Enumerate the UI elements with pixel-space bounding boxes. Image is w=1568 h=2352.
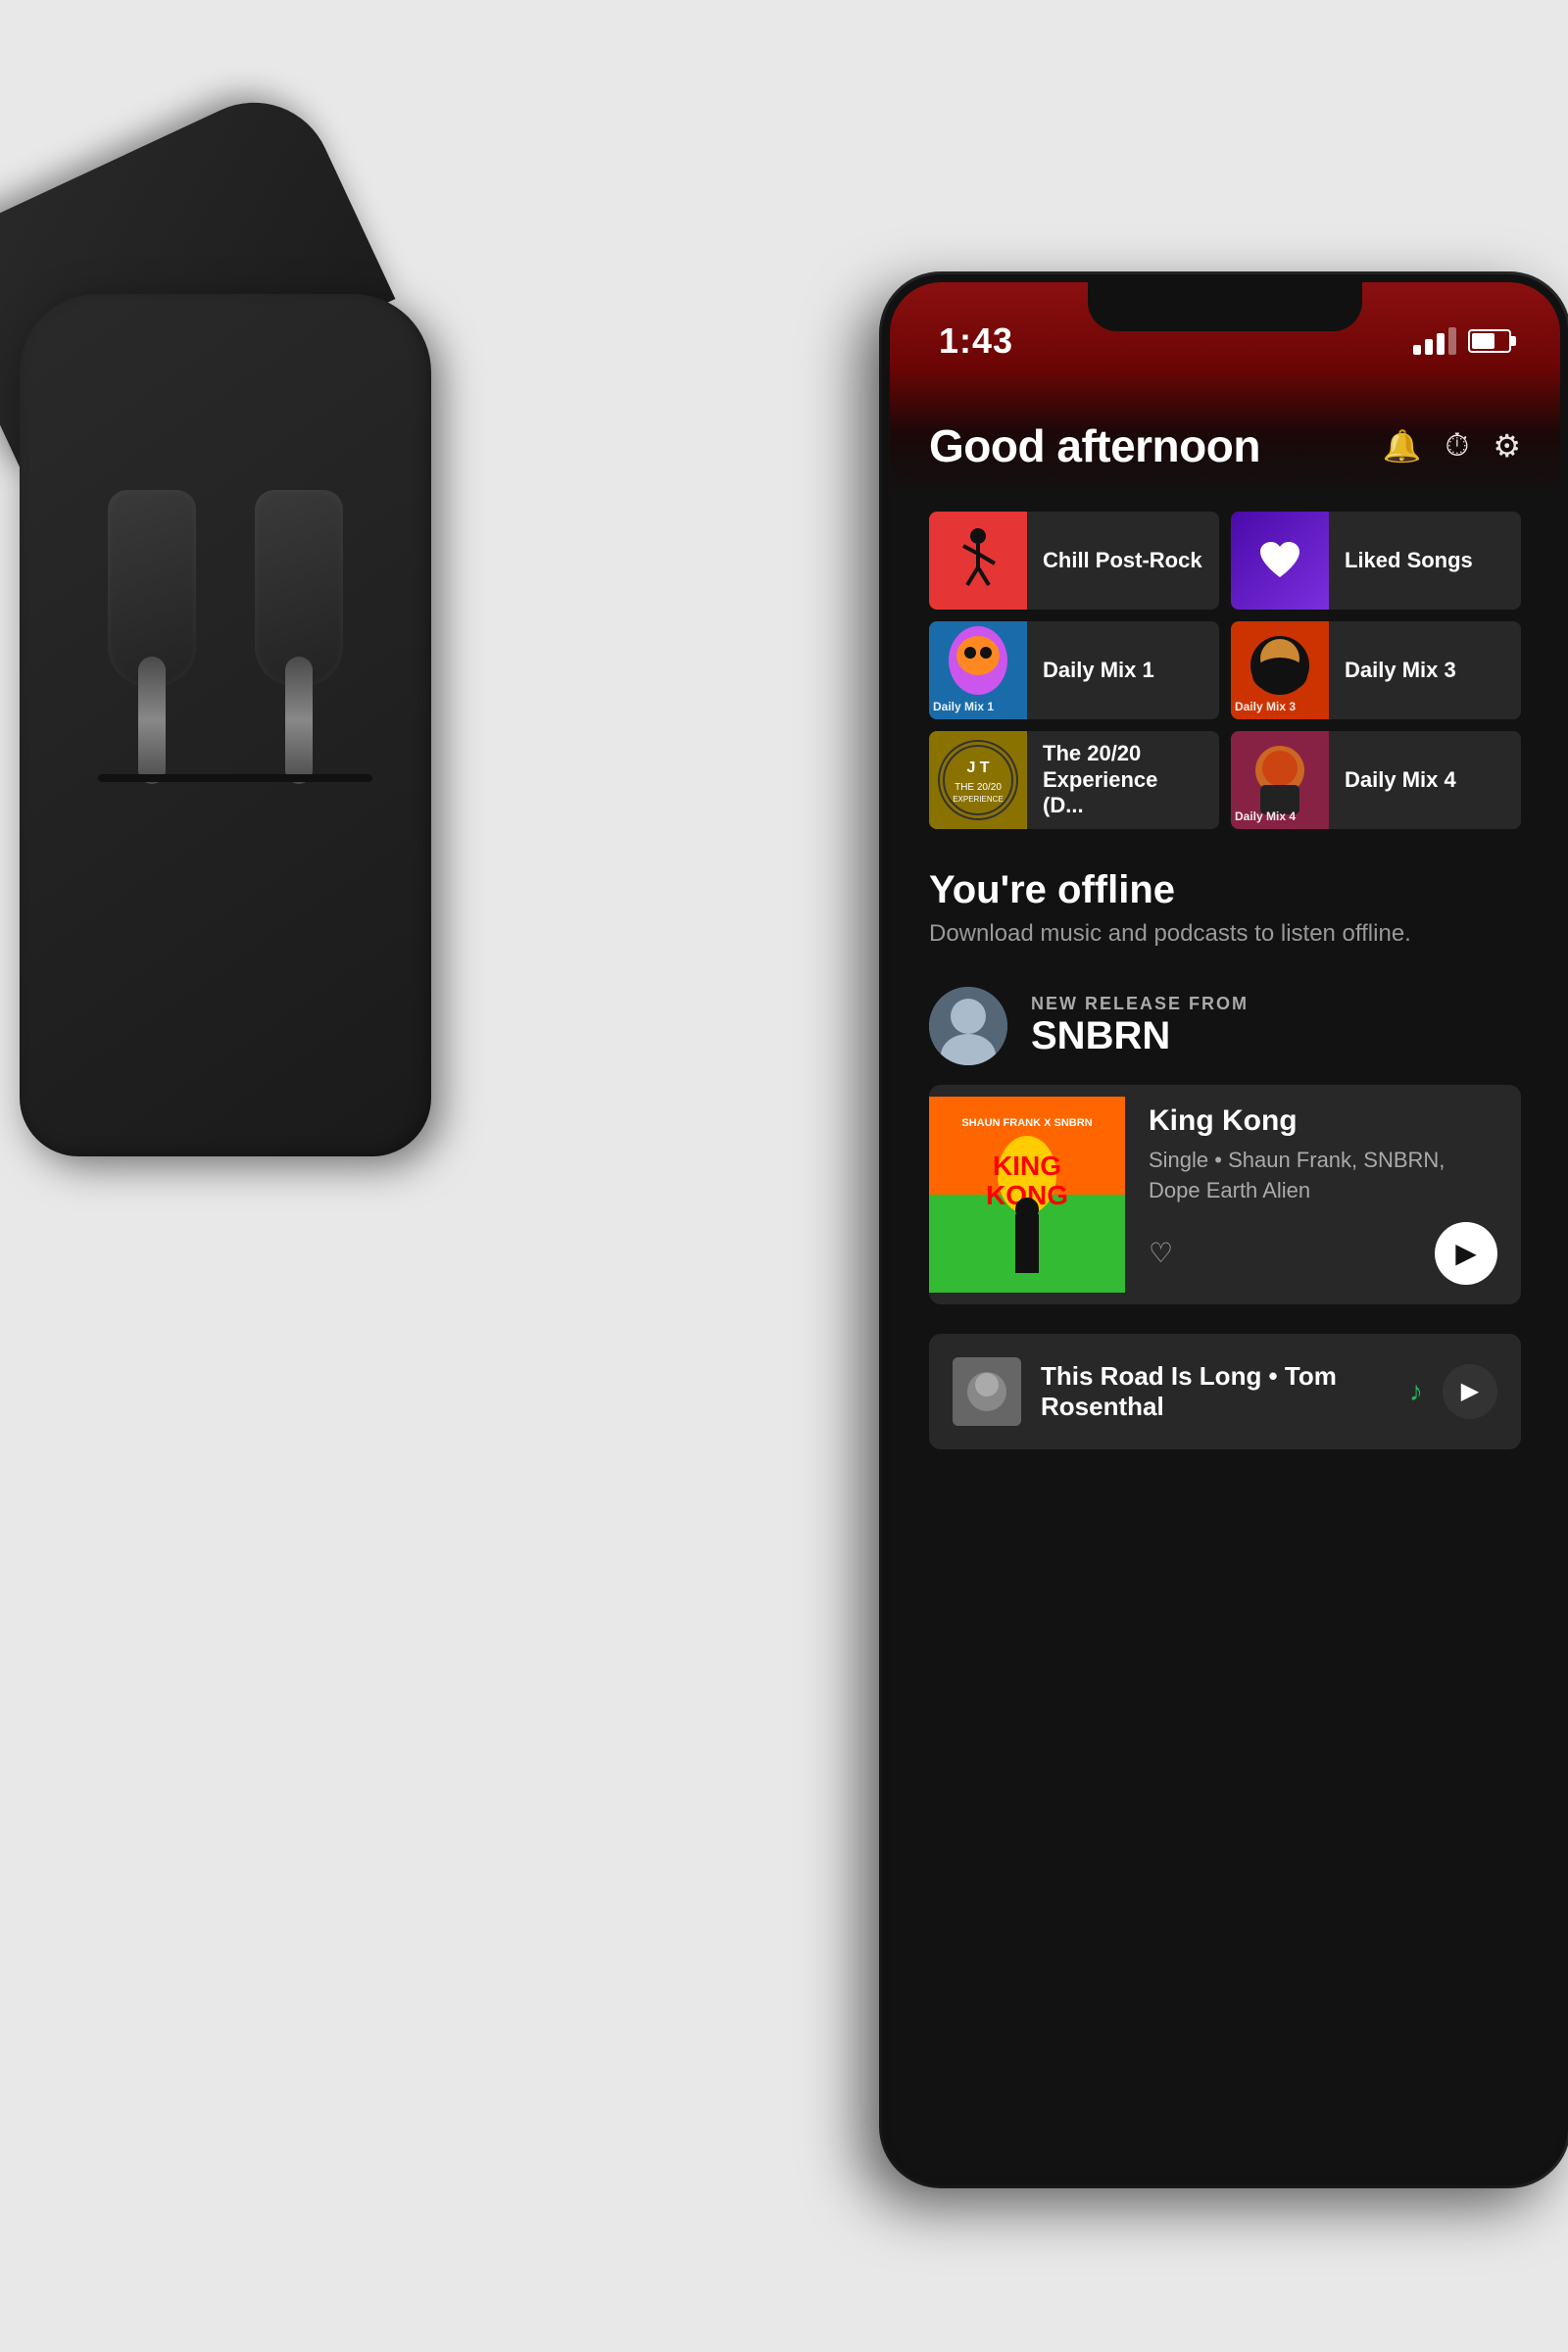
new-release-section: NEW RELEASE FROM SNBRN <box>929 987 1521 1304</box>
phone-body: 1:43 Good afternoon <box>882 274 1568 2185</box>
earbuds-case <box>0 294 451 1176</box>
offline-section: You're offline Download music and podcas… <box>929 868 1521 948</box>
grid-item-2020[interactable]: J T THE 20/20 EXPERIENCE The 20/20 Exper… <box>929 731 1219 829</box>
release-title: King Kong <box>1149 1104 1497 1138</box>
daily-mix-3-art-text: Daily Mix 3 <box>1235 700 1296 713</box>
offline-description: Download music and podcasts to listen of… <box>929 920 1521 948</box>
play-button[interactable]: ▶ <box>1435 1222 1497 1285</box>
earbud-left <box>108 490 196 686</box>
app-header: Good afternoon 🔔 ⏱ ⚙ <box>929 400 1521 472</box>
bell-icon[interactable]: 🔔 <box>1383 427 1422 465</box>
status-icons <box>1413 327 1511 355</box>
track-thumbnail <box>953 1357 1021 1426</box>
grid-item-chill-postrock[interactable]: Chill Post-Rock <box>929 512 1219 610</box>
daily-mix-4-art-text: Daily Mix 4 <box>1235 809 1296 823</box>
svg-text:THE 20/20: THE 20/20 <box>955 782 1002 793</box>
grid-item-daily-mix-1[interactable]: Daily Mix 1 Daily Mix 1 <box>929 621 1219 719</box>
spotify-icon: ♪ <box>1409 1376 1423 1407</box>
earbud-stem-left <box>138 657 166 784</box>
status-bar: 1:43 <box>890 312 1560 370</box>
grid-item-daily-mix-3[interactable]: Daily Mix 3 Daily Mix 3 <box>1231 621 1521 719</box>
grid-item-liked-songs[interactable]: Liked Songs <box>1231 512 1521 610</box>
new-release-label: NEW RELEASE FROM <box>1031 994 1249 1014</box>
app-content: Good afternoon 🔔 ⏱ ⚙ <box>890 400 1560 2178</box>
daily-mix-3-art: Daily Mix 3 <box>1231 621 1329 719</box>
battery-fill <box>1472 333 1494 349</box>
release-info: King Kong Single • Shaun Frank, SNBRN,Do… <box>1125 1085 1521 1304</box>
bottom-track[interactable]: This Road Is Long • Tom Rosenthal ♪ ▶ <box>929 1334 1521 1449</box>
chill-postrock-label: Chill Post-Rock <box>1027 548 1218 573</box>
new-release-text: NEW RELEASE FROM SNBRN <box>1031 994 1249 1058</box>
release-card[interactable]: SHAUN FRANK X SNBRN KING KONG King Kong … <box>929 1085 1521 1304</box>
daily-mix-1-label: Daily Mix 1 <box>1027 658 1170 683</box>
history-icon[interactable]: ⏱ <box>1445 427 1469 465</box>
chill-postrock-art <box>929 512 1027 610</box>
liked-songs-label: Liked Songs <box>1329 548 1489 573</box>
svg-text:KING: KING <box>993 1151 1061 1181</box>
daily-mix-1-art-text: Daily Mix 1 <box>933 700 994 713</box>
phone: 1:43 Good afternoon <box>882 274 1568 2234</box>
artist-avatar[interactable] <box>929 987 1007 1065</box>
header-icons[interactable]: 🔔 ⏱ ⚙ <box>1383 427 1522 465</box>
release-actions: ♡ ▶ <box>1149 1222 1497 1285</box>
heart-button[interactable]: ♡ <box>1149 1237 1173 1269</box>
2020-label: The 20/20 Experience (D... <box>1027 741 1219 818</box>
items-grid: Chill Post-Rock Liked Songs <box>929 512 1521 829</box>
liked-songs-art <box>1231 512 1329 610</box>
artist-name: SNBRN <box>1031 1014 1249 1058</box>
signal-icon <box>1413 327 1456 355</box>
daily-mix-3-label: Daily Mix 3 <box>1329 658 1472 683</box>
earbud-stem-right <box>285 657 313 784</box>
svg-text:SHAUN FRANK X SNBRN: SHAUN FRANK X SNBRN <box>961 1117 1092 1129</box>
svg-text:EXPERIENCE: EXPERIENCE <box>953 795 1004 804</box>
track-name: This Road Is Long • Tom Rosenthal <box>1041 1361 1390 1422</box>
new-release-header: NEW RELEASE FROM SNBRN <box>929 987 1521 1065</box>
battery-icon <box>1468 329 1511 353</box>
earbud-right <box>255 490 343 686</box>
daily-mix-1-art: Daily Mix 1 <box>929 621 1027 719</box>
greeting-text: Good afternoon <box>929 419 1260 472</box>
status-time: 1:43 <box>939 320 1013 362</box>
settings-icon[interactable]: ⚙ <box>1493 427 1521 465</box>
phone-screen: 1:43 Good afternoon <box>890 282 1560 2178</box>
offline-title: You're offline <box>929 868 1521 912</box>
case-body <box>20 294 431 1156</box>
case-hinge <box>98 774 372 782</box>
2020-art: J T THE 20/20 EXPERIENCE <box>929 731 1027 829</box>
grid-item-daily-mix-4[interactable]: Daily Mix 4 Daily Mix 4 <box>1231 731 1521 829</box>
daily-mix-4-art: Daily Mix 4 <box>1231 731 1329 829</box>
svg-text:J T: J T <box>966 760 989 776</box>
release-art: SHAUN FRANK X SNBRN KING KONG <box>929 1097 1125 1293</box>
daily-mix-4-label: Daily Mix 4 <box>1329 767 1472 793</box>
release-subtitle: Single • Shaun Frank, SNBRN,Dope Earth A… <box>1149 1146 1497 1206</box>
track-play-button[interactable]: ▶ <box>1443 1364 1497 1419</box>
